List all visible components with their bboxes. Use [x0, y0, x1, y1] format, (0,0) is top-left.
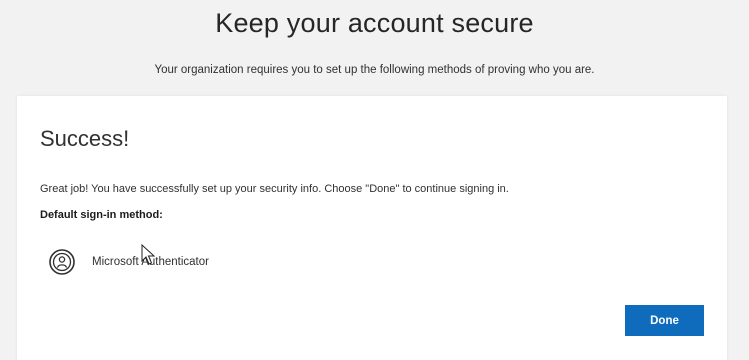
success-card: Success! Great job! You have successfull… — [17, 96, 727, 360]
mouse-cursor-icon — [141, 243, 157, 266]
authenticator-icon — [48, 248, 76, 276]
page-title: Keep your account secure — [215, 8, 534, 38]
done-button[interactable]: Done — [625, 305, 704, 336]
success-heading: Success! — [40, 126, 130, 151]
page-header: Keep your account secure Your organizati… — [0, 0, 749, 95]
page-subtitle: Your organization requires you to set up… — [154, 64, 595, 76]
default-method-row: Microsoft Authenticator — [48, 246, 209, 278]
default-method-label: Default sign-in method: — [40, 209, 163, 221]
success-message: Great job! You have successfully set up … — [40, 183, 509, 195]
